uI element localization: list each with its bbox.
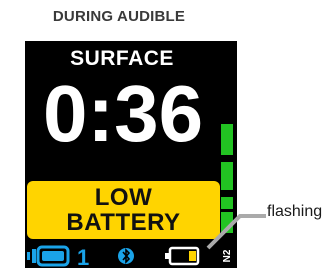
flashing-callout-label: flashing [267, 203, 323, 220]
transmitter-number: 1 [77, 245, 89, 268]
tissue-bar [221, 124, 233, 155]
alert-line-2: BATTERY [66, 209, 181, 236]
page-heading: DURING AUDIBLE [52, 8, 186, 25]
callout-leader-line [206, 214, 266, 250]
alert-line-1: LOW [94, 184, 153, 211]
tissue-bar [221, 162, 233, 190]
low-battery-alert: LOW BATTERY [27, 181, 220, 239]
dive-mode-label: SURFACE [70, 47, 174, 70]
bluetooth-icon [118, 248, 134, 264]
surface-time-readout: 0:36 [42, 69, 204, 158]
battery-low-icon [165, 246, 200, 266]
transmitter-icon [27, 245, 70, 267]
